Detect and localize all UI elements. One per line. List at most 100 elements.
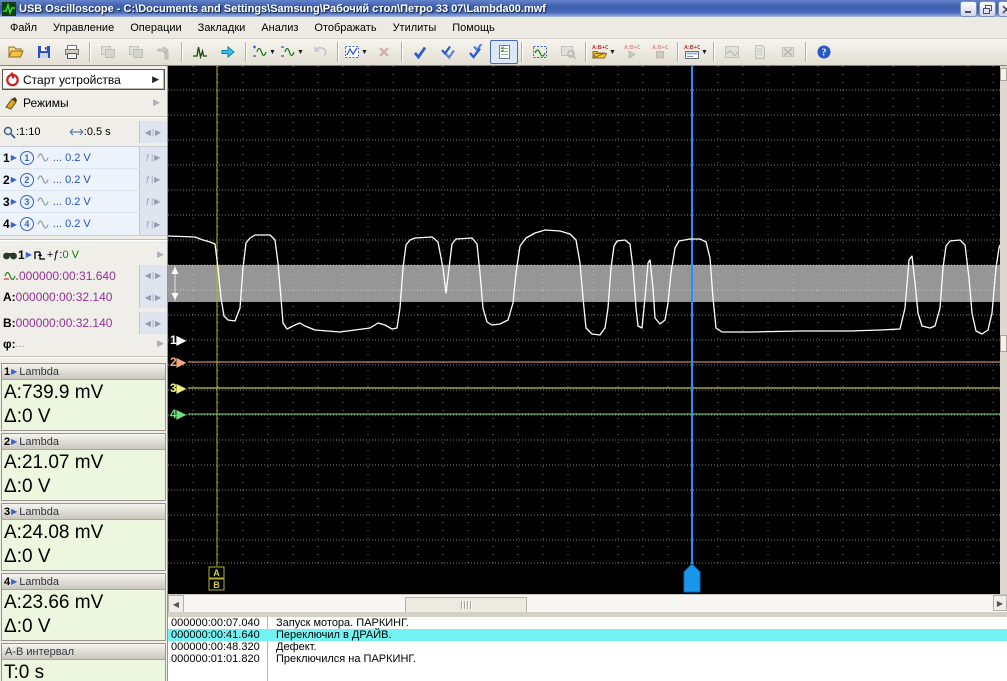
event-row-2[interactable]: 000000:00:41.640Переключил в ДРАЙВ. xyxy=(168,629,1007,641)
toolbar-button-checklist-panel[interactable] xyxy=(490,40,518,64)
toolbar-button-copy-screen[interactable] xyxy=(122,40,150,64)
menu-item-7[interactable]: Утилиты xyxy=(385,19,445,37)
menu-item-5[interactable]: Анализ xyxy=(253,19,306,37)
close-button[interactable] xyxy=(998,1,1007,17)
restore-button[interactable] xyxy=(979,1,996,17)
channel-stepper[interactable]: ƒ|▶ xyxy=(139,191,167,212)
cursor-b-value: 000000:00:32.140 xyxy=(16,316,113,330)
measure-panel-header[interactable]: 2▶Lambda xyxy=(2,434,165,450)
event-row-3[interactable]: 000000:00:48.320Дефект. xyxy=(168,641,1007,653)
timebase-stepper[interactable]: ◀|▶ xyxy=(139,121,167,143)
dropdown-arrow-icon[interactable]: ▼ xyxy=(297,49,304,56)
amplitude-value: A:24.08 mV xyxy=(4,521,165,545)
measure-panel-channel-1: 1▶LambdaA:739.9 mVΔ:0 V xyxy=(1,363,166,431)
channel-circled-number[interactable]: 2 xyxy=(20,173,34,187)
toolbar-button-confirm-up[interactable] xyxy=(462,40,490,64)
toolbar-button-zoom-out-signal[interactable]: ▼ xyxy=(278,40,306,64)
measure-panel-header[interactable]: 4▶Lambda xyxy=(2,574,165,590)
toolbar-button-zoom-in-signal[interactable]: ▼ xyxy=(250,40,278,64)
hscroll-left-arrow[interactable]: ◀ xyxy=(168,595,184,613)
phase-row[interactable]: φ: ... ▶ xyxy=(0,334,167,353)
channel-arrow-icon: ▶ xyxy=(11,220,17,229)
delete-icon xyxy=(780,44,796,60)
plot-vertical-scrollbar[interactable] xyxy=(1000,66,1007,594)
event-row-4[interactable]: 000000:01:01.820Преключился на ПАРКИНГ. xyxy=(168,653,1007,665)
channel-1-settings-row[interactable]: 1▶1... 0.2 Vƒ|▶ xyxy=(0,147,167,169)
vscroll-thumb-top[interactable] xyxy=(1000,68,1007,81)
zoom-timebase-row[interactable]: :1:10 :0.5 s ◀|▶ xyxy=(0,121,167,143)
toolbar-button-chart-mode[interactable]: ▼ xyxy=(342,40,370,64)
toolbar-button-fit-signal[interactable] xyxy=(214,40,242,64)
menu-item-8[interactable]: Помощь xyxy=(444,19,503,37)
threshold-band[interactable] xyxy=(168,265,1000,302)
toolbar-button-delete[interactable] xyxy=(774,40,802,64)
minimize-button[interactable] xyxy=(960,1,977,17)
channel-stepper[interactable]: ƒ|▶ xyxy=(139,213,167,235)
toolbar-button-copy-waveform[interactable] xyxy=(94,40,122,64)
channel-2-settings-row[interactable]: 2▶2... 0.2 Vƒ|▶ xyxy=(0,169,167,191)
toolbar-button-confirm-down[interactable] xyxy=(434,40,462,64)
trigger-row[interactable]: 1▶ +ƒ: 0 V ▶ xyxy=(0,244,167,265)
measure-panel-header[interactable]: 1▶Lambda xyxy=(2,364,165,380)
toolbar-button-undo[interactable] xyxy=(306,40,334,64)
toolbar-button-abc-panel[interactable]: A:B+C▼ xyxy=(682,40,710,64)
channel-range-value[interactable]: ... 0.2 V xyxy=(53,174,91,186)
modes-button[interactable]: Режимы ▶ xyxy=(2,92,165,113)
cursor-a-row[interactable]: A: 000000:00:32.140 ◀|▶ xyxy=(0,286,167,308)
menu-item-4[interactable]: Закладки xyxy=(190,19,254,37)
channel-range-value[interactable]: ... 0.2 V xyxy=(53,152,91,164)
toolbar-button-tools[interactable] xyxy=(150,40,178,64)
channel-stepper[interactable]: ƒ|▶ xyxy=(139,147,167,168)
dropdown-arrow-icon[interactable]: ▼ xyxy=(609,49,616,56)
toolbar-button-abc-open[interactable]: A:B+C▼ xyxy=(590,40,618,64)
menu-item-6[interactable]: Отображать xyxy=(306,19,384,37)
dropdown-arrow-icon[interactable]: ▼ xyxy=(361,49,368,56)
menu-item-3[interactable]: Операции xyxy=(122,19,189,37)
toolbar-button-zoom-region[interactable] xyxy=(554,40,582,64)
toolbar-button-abc-stop[interactable]: A:B+C xyxy=(646,40,674,64)
channel-range-value[interactable]: ... 0.2 V xyxy=(53,196,91,208)
position-stepper[interactable]: ◀|▶ xyxy=(139,265,167,286)
toolbar-button-open-file[interactable] xyxy=(2,40,30,64)
channel-circled-number[interactable]: 4 xyxy=(20,217,34,231)
toolbar-button-save-file[interactable] xyxy=(30,40,58,64)
measure-panel-channel-4: 4▶LambdaA:23.66 mVΔ:0 V xyxy=(1,573,166,641)
event-row-1[interactable]: 000000:00:07.040Запуск мотора. ПАРКИНГ. xyxy=(168,617,1007,629)
plot-horizontal-scrollbar[interactable]: ◀ ▶ xyxy=(168,594,1007,613)
toolbar-button-confirm-one[interactable] xyxy=(406,40,434,64)
measure-panel-header[interactable]: 3▶Lambda xyxy=(2,504,165,520)
cursor-a-stepper[interactable]: ◀|▶ xyxy=(139,286,167,308)
ab-interval-header[interactable]: A-B интервал xyxy=(2,644,165,660)
channel-stepper[interactable]: ƒ|▶ xyxy=(139,169,167,190)
menu-item-2[interactable]: Управление xyxy=(45,19,122,37)
toolbar-button-delete-chart[interactable] xyxy=(370,40,398,64)
vscroll-thumb-bottom[interactable] xyxy=(1000,335,1007,352)
hscroll-thumb[interactable] xyxy=(405,597,527,613)
cursor-b-row[interactable]: B: 000000:00:32.140 ◀|▶ xyxy=(0,312,167,334)
menu-item-1[interactable]: Файл xyxy=(2,19,45,37)
channel-range-value[interactable]: ... 0.2 V xyxy=(53,218,91,230)
hscroll-right-arrow[interactable]: ▶ xyxy=(993,595,1007,611)
toolbar-button-signal-view[interactable] xyxy=(186,40,214,64)
toolbar-button-help[interactable]: ? xyxy=(810,40,838,64)
title-bar[interactable]: USB Oscilloscope - C:\Documents and Sett… xyxy=(0,0,1007,17)
channel-circled-number[interactable]: 3 xyxy=(20,195,34,209)
start-device-button[interactable]: Старт устройства ▶ xyxy=(2,69,165,90)
channel-3-settings-row[interactable]: 3▶3... 0.2 Vƒ|▶ xyxy=(0,191,167,213)
trigger-expand-arrow[interactable]: ▶ xyxy=(157,249,164,260)
toolbar-button-chart-view[interactable] xyxy=(718,40,746,64)
channel-circled-number[interactable]: 1 xyxy=(20,151,34,165)
phase-expand-arrow[interactable]: ▶ xyxy=(157,338,164,349)
channel-4-settings-row[interactable]: 4▶4... 0.2 Vƒ|▶ xyxy=(0,213,167,235)
modes-expand-arrow[interactable]: ▶ xyxy=(153,97,160,108)
toolbar-button-print[interactable] xyxy=(58,40,86,64)
dropdown-arrow-icon[interactable]: ▼ xyxy=(269,49,276,56)
toolbar-button-report[interactable] xyxy=(746,40,774,64)
plot-area[interactable]: 1▶2▶3▶4▶AB xyxy=(168,66,1000,594)
dropdown-arrow-icon[interactable]: ▼ xyxy=(701,49,708,56)
cursor-b-stepper[interactable]: ◀|▶ xyxy=(139,312,167,334)
toolbar-button-abc-play[interactable]: A:B+C xyxy=(618,40,646,64)
start-expand-arrow[interactable]: ▶ xyxy=(152,74,159,85)
position-row[interactable]: 000000:00:31.640 ◀|▶ xyxy=(0,265,167,286)
toolbar-button-select-region[interactable] xyxy=(526,40,554,64)
